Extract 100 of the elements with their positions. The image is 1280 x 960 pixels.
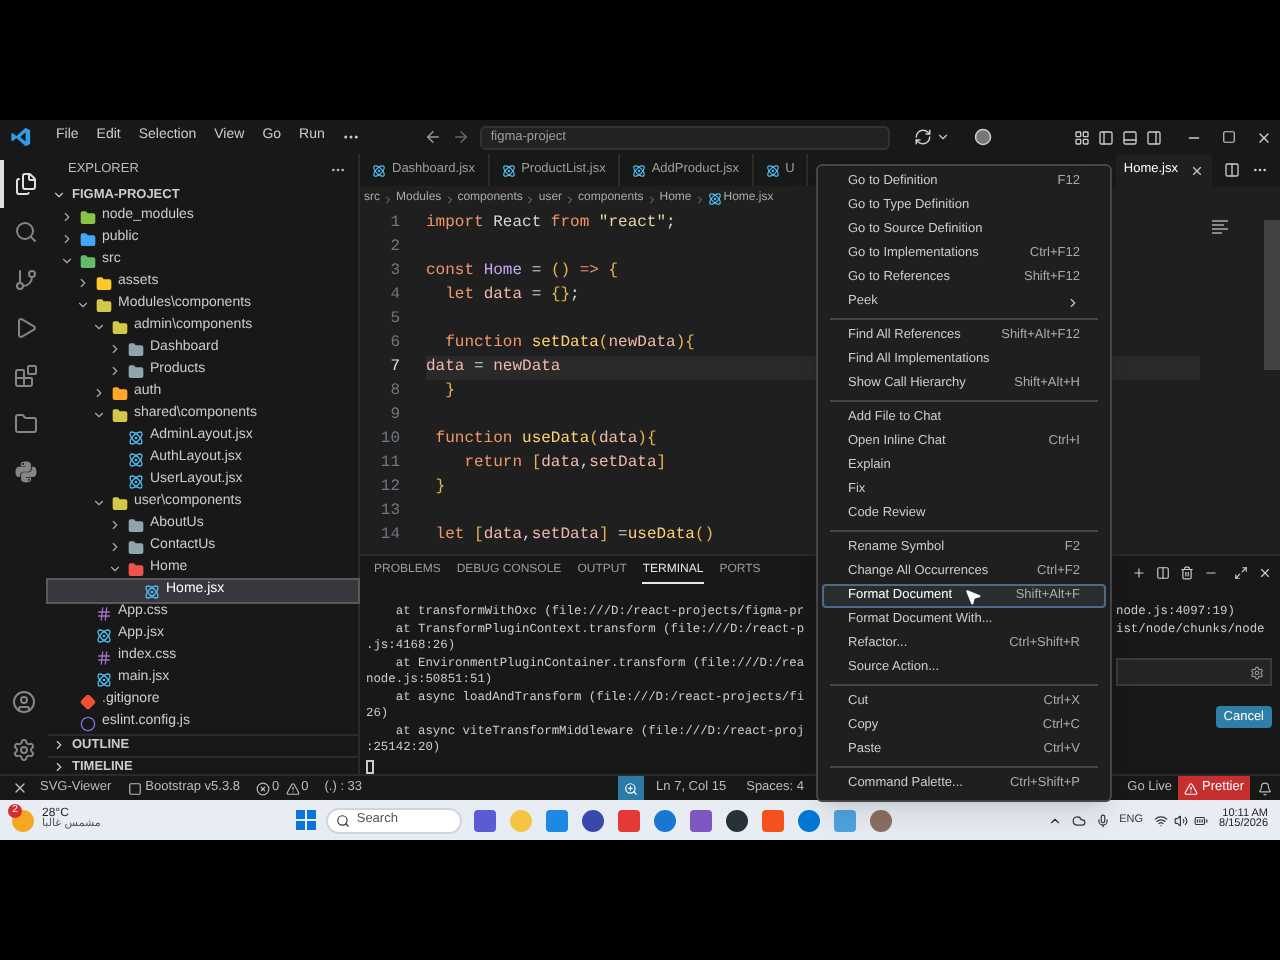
windows-icon[interactable] bbox=[296, 810, 317, 830]
line-number: 2 bbox=[388, 236, 400, 260]
close-icon[interactable] bbox=[1190, 163, 1204, 177]
maximize-icon[interactable] bbox=[1222, 130, 1236, 144]
line-number: 7 bbox=[388, 356, 400, 380]
settings-icon[interactable] bbox=[1250, 665, 1264, 679]
panel-right-icon[interactable] bbox=[1146, 129, 1162, 145]
react-icon bbox=[631, 163, 646, 177]
account-icon bbox=[12, 690, 36, 714]
input-field[interactable] bbox=[1116, 658, 1272, 686]
line-number: 1 bbox=[388, 212, 400, 236]
code-line: } bbox=[433, 476, 446, 500]
zoom-icon bbox=[624, 781, 639, 795]
battery-icon[interactable] bbox=[1193, 813, 1208, 827]
chevron-down-icon bbox=[92, 408, 106, 422]
cloud-icon[interactable] bbox=[1071, 813, 1086, 827]
line-number: 9 bbox=[388, 404, 400, 428]
line-number: 14 bbox=[378, 524, 400, 548]
chevron-right-icon bbox=[564, 193, 577, 205]
hash-icon bbox=[96, 649, 112, 665]
react-icon bbox=[707, 192, 722, 206]
chevron-right-icon bbox=[693, 193, 706, 205]
hash-icon bbox=[96, 605, 112, 621]
plus-icon[interactable] bbox=[1132, 565, 1146, 579]
chevron-down-icon bbox=[52, 188, 66, 202]
mic-icon[interactable] bbox=[1095, 813, 1110, 827]
line-number: 13 bbox=[378, 500, 400, 524]
close-icon[interactable] bbox=[1258, 565, 1272, 579]
chevron-down-icon[interactable] bbox=[936, 130, 951, 144]
layout-icon[interactable] bbox=[1074, 129, 1090, 145]
code-line: import React from "react"; bbox=[426, 212, 676, 236]
square-icon bbox=[127, 781, 142, 795]
back-icon[interactable] bbox=[424, 128, 443, 146]
zoom-button[interactable] bbox=[618, 776, 645, 800]
panel-bottom-icon[interactable] bbox=[1122, 129, 1138, 145]
react-icon bbox=[96, 671, 112, 687]
app-icon[interactable] bbox=[582, 809, 605, 831]
forward-icon[interactable] bbox=[452, 128, 471, 146]
react-icon bbox=[96, 627, 112, 643]
search-icon bbox=[336, 813, 351, 827]
diamond-icon bbox=[80, 693, 96, 709]
files-icon bbox=[14, 172, 38, 196]
code-line: function setData(newData){ bbox=[443, 332, 695, 356]
line-number: 8 bbox=[388, 380, 400, 404]
chevron-down-icon bbox=[92, 496, 106, 510]
chevron-down-icon bbox=[108, 562, 122, 576]
react-icon bbox=[501, 163, 516, 177]
chevron-right-icon bbox=[645, 193, 658, 205]
line-number: 11 bbox=[378, 452, 400, 476]
line-number: 4 bbox=[388, 284, 400, 308]
react-icon bbox=[144, 583, 160, 599]
warning-icon bbox=[1184, 781, 1199, 795]
branch-icon bbox=[14, 268, 38, 292]
code-line: let data = {}; bbox=[443, 284, 580, 308]
chevron-right-icon bbox=[524, 193, 537, 205]
chevron-right-icon bbox=[382, 193, 394, 205]
folder-icon bbox=[14, 412, 38, 436]
chevron-right-icon bbox=[443, 193, 456, 205]
split-icon[interactable] bbox=[1224, 162, 1240, 178]
warning-icon bbox=[285, 781, 300, 795]
react-icon bbox=[128, 429, 144, 445]
mouse-pointer-icon bbox=[964, 588, 982, 606]
code-line: const Home = () => { bbox=[426, 260, 619, 284]
code-line: data = newData bbox=[426, 356, 561, 380]
logo-icon bbox=[10, 126, 32, 148]
line-number: 5 bbox=[388, 308, 400, 332]
bell-icon[interactable] bbox=[1258, 781, 1272, 795]
split-icon[interactable] bbox=[1156, 565, 1170, 579]
speaker-icon[interactable] bbox=[1173, 813, 1188, 827]
error-icon bbox=[256, 781, 270, 795]
line-number: 6 bbox=[388, 332, 400, 356]
refresh-icon[interactable] bbox=[914, 128, 933, 146]
scrollbar-thumb[interactable] bbox=[1264, 220, 1280, 370]
circle-icon[interactable] bbox=[974, 128, 993, 146]
play-icon bbox=[14, 316, 38, 340]
search-icon bbox=[14, 220, 38, 244]
code-line: function useData(data){ bbox=[433, 428, 657, 452]
python-icon bbox=[14, 460, 38, 484]
circle-icon bbox=[80, 715, 96, 731]
chevron-right-icon bbox=[76, 276, 90, 290]
code-line: let [data,setData] =useData() bbox=[433, 524, 715, 548]
settings-icon bbox=[12, 738, 36, 762]
react-icon bbox=[765, 163, 780, 177]
app-icon[interactable] bbox=[726, 809, 749, 831]
chevron-up-icon[interactable] bbox=[1047, 813, 1062, 827]
line-number: 10 bbox=[378, 428, 400, 452]
react-icon bbox=[128, 473, 144, 489]
react-icon bbox=[372, 163, 386, 177]
code-line: return [data,setData] bbox=[462, 452, 667, 476]
close-icon[interactable] bbox=[1256, 129, 1272, 145]
maximize-icon[interactable] bbox=[1234, 565, 1248, 579]
trash-icon[interactable] bbox=[1180, 565, 1194, 579]
blocks-icon bbox=[14, 364, 38, 388]
react-icon bbox=[128, 451, 144, 467]
line-number: 12 bbox=[378, 476, 400, 500]
wifi-icon[interactable] bbox=[1153, 813, 1168, 827]
code-line: } bbox=[443, 380, 455, 404]
line-number: 3 bbox=[388, 260, 400, 284]
panel-left-icon[interactable] bbox=[1098, 129, 1114, 145]
chevron-down-icon bbox=[60, 254, 74, 268]
